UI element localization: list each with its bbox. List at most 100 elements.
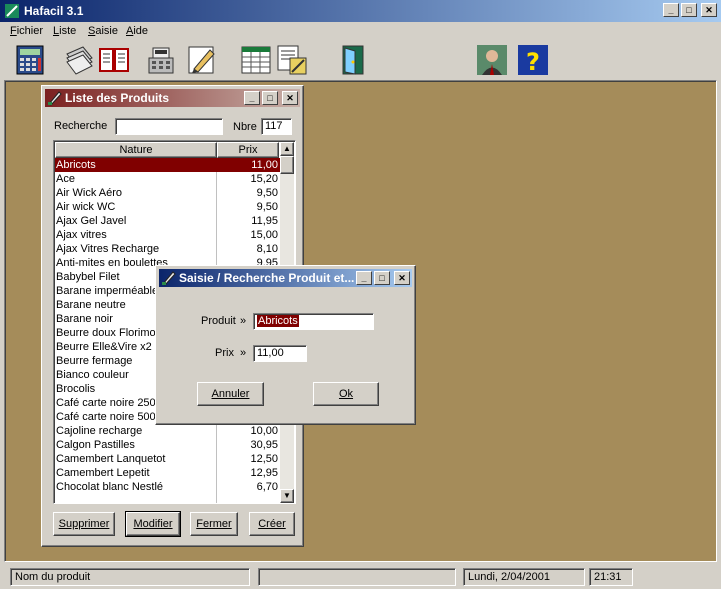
product-price-cell: 11,95: [251, 215, 278, 227]
menu-aide[interactable]: Aide: [126, 25, 148, 37]
spreadsheet-icon[interactable]: [240, 44, 272, 76]
table-row[interactable]: Calgon Pastilles 30,95: [55, 438, 280, 452]
app-title: Hafacil 3.1: [24, 4, 84, 18]
table-row[interactable]: Air Wick Aéro 9,50: [55, 186, 280, 200]
minimize-button[interactable]: _: [356, 271, 372, 285]
search-input[interactable]: [115, 118, 223, 135]
table-row[interactable]: Camembert Lepetit 12,95: [55, 466, 280, 480]
calculator-icon[interactable]: [14, 44, 46, 76]
notebook-icon[interactable]: [63, 44, 95, 76]
column-header-nature[interactable]: Nature: [55, 142, 217, 158]
price-label: Prix: [215, 347, 234, 359]
product-value: Abricots: [257, 315, 299, 327]
product-name-cell: Beurre doux Florimond: [56, 327, 168, 339]
maximize-button[interactable]: □: [262, 91, 278, 105]
table-row[interactable]: Abricots 11,00: [55, 158, 280, 172]
create-label: Créer: [258, 518, 286, 530]
product-price-cell: 12,95: [250, 467, 278, 479]
app-title-bar: Hafacil 3.1 _ □ ✕: [0, 0, 721, 22]
dialog-title-bar[interactable]: Saisie / Recherche Produit et... _ □ ✕: [159, 269, 412, 287]
pencil-window-icon: [48, 91, 62, 106]
user-portrait-icon[interactable]: [476, 44, 508, 76]
table-row[interactable]: Ajax Vitres Recharge 8,10: [55, 242, 280, 256]
status-bar: Nom du produit Lundi, 2/04/2001 21:31: [0, 565, 721, 589]
svg-text:?: ?: [526, 48, 540, 76]
product-list-title: Liste des Produits: [65, 91, 170, 105]
menu-liste[interactable]: Liste: [53, 25, 76, 37]
table-row[interactable]: Ace 15,20: [55, 172, 280, 186]
status-field-hint: Nom du produit: [10, 568, 250, 586]
product-name-cell: Air wick WC: [56, 201, 116, 213]
product-name-cell: Beurre Elle&Vire x2: [56, 341, 152, 353]
product-price-cell: 30,95: [250, 439, 278, 451]
table-row[interactable]: Camembert Lanquetot 12,50: [55, 452, 280, 466]
column-header-prix[interactable]: Prix: [217, 142, 279, 158]
search-label: Recherche: [54, 120, 108, 132]
cash-register-icon[interactable]: [145, 44, 177, 76]
product-name-cell: Café carte noire 250: [56, 397, 156, 409]
minimize-button[interactable]: _: [244, 91, 260, 105]
table-row[interactable]: Ajax vitres 15,00: [55, 228, 280, 242]
product-name-cell: Beurre fermage: [56, 355, 133, 367]
table-row[interactable]: Air wick WC 9,50: [55, 200, 280, 214]
close-button[interactable]: ✕: [282, 91, 298, 105]
product-name-cell: Café carte noire 500: [56, 411, 156, 423]
close-button[interactable]: ✕: [701, 3, 717, 17]
product-name-cell: Ajax vitres: [56, 229, 107, 241]
close-button[interactable]: ✕: [394, 271, 410, 285]
report-icon[interactable]: [276, 44, 308, 76]
product-name-cell: Babybel Filet: [56, 271, 120, 283]
product-price-cell: 10,00: [250, 425, 278, 437]
close-list-label: Fermer: [196, 518, 232, 530]
maximize-button[interactable]: □: [681, 3, 697, 17]
product-arrow: »: [240, 315, 247, 327]
edit-pencil-icon[interactable]: [186, 44, 218, 76]
product-price-cell: 9,50: [256, 187, 278, 199]
product-price-cell: 15,20: [250, 173, 278, 185]
price-field[interactable]: 11,00: [253, 345, 307, 362]
cancel-button[interactable]: Annuler: [197, 382, 264, 406]
status-middle: [258, 568, 456, 586]
product-name-cell: Camembert Lepetit: [56, 467, 150, 479]
toolbar: ?: [0, 41, 721, 79]
door-icon[interactable]: [337, 44, 369, 76]
maximize-button[interactable]: □: [374, 271, 390, 285]
product-name-cell: Ace: [56, 173, 75, 185]
product-name-cell: Bianco couleur: [56, 369, 129, 381]
ok-button[interactable]: Ok: [313, 382, 379, 406]
product-name-cell: Brocolis: [56, 383, 96, 395]
product-list-title-bar[interactable]: Liste des Produits _ □ ✕: [45, 89, 300, 107]
product-name-cell: Chocolat blanc Nestlé: [56, 481, 164, 493]
minimize-button[interactable]: _: [663, 3, 679, 17]
delete-button[interactable]: Supprimer: [53, 512, 115, 536]
book-icon[interactable]: [98, 44, 130, 76]
product-name-cell: Camembert Lanquetot: [56, 453, 166, 465]
product-name-cell: Ajax Gel Javel: [56, 215, 127, 227]
create-button[interactable]: Créer: [249, 512, 295, 536]
menu-fichier[interactable]: Fichier: [10, 25, 43, 37]
product-price-cell: 12,50: [250, 453, 278, 465]
app-logo-icon: [5, 4, 19, 18]
scroll-thumb[interactable]: [280, 156, 294, 174]
product-entry-dialog: Saisie / Recherche Produit et... _ □ ✕ P…: [155, 265, 416, 425]
product-field[interactable]: Abricots: [253, 313, 374, 330]
close-list-button[interactable]: Fermer: [190, 512, 238, 536]
modify-button[interactable]: Modifier: [125, 511, 181, 537]
status-date: Lundi, 2/04/2001: [463, 568, 585, 586]
product-name-cell: Barane imperméable: [56, 285, 159, 297]
product-name-cell: Barane noir: [56, 313, 113, 325]
scroll-down-icon[interactable]: ▼: [280, 489, 294, 503]
product-price-cell: 15,00: [250, 229, 278, 241]
price-arrow: »: [240, 347, 247, 359]
product-name-cell: Barane neutre: [56, 299, 126, 311]
table-row[interactable]: Cajoline recharge 10,00: [55, 424, 280, 438]
count-label: Nbre: [233, 121, 257, 133]
help-icon[interactable]: ?: [517, 44, 549, 76]
menu-saisie[interactable]: Saisie: [88, 25, 118, 37]
product-name-cell: Abricots: [56, 159, 96, 171]
scroll-up-icon[interactable]: ▲: [280, 142, 294, 156]
product-price-cell: 11,00: [251, 159, 278, 171]
table-row[interactable]: Chocolat blanc Nestlé 6,70: [55, 480, 280, 494]
product-name-cell: Cajoline recharge: [56, 425, 143, 437]
table-row[interactable]: Ajax Gel Javel 11,95: [55, 214, 280, 228]
